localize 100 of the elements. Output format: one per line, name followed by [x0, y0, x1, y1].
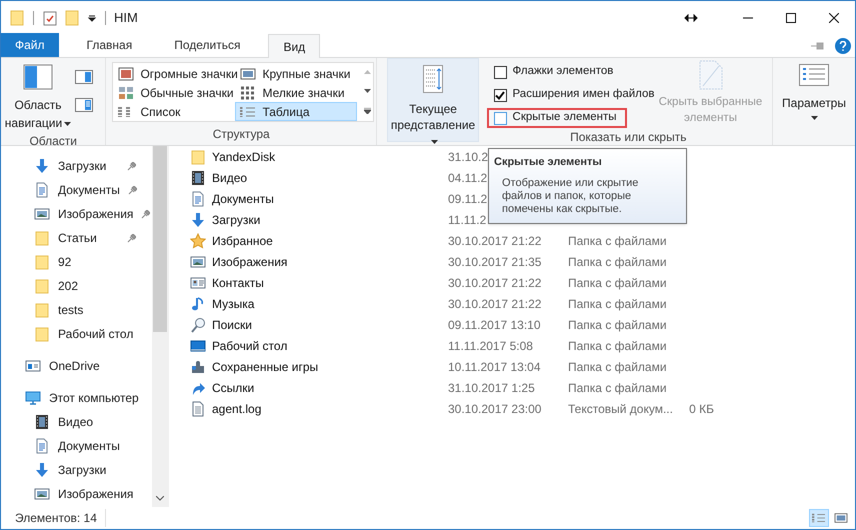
file-name: agent.log — [212, 400, 262, 418]
scroll-down-icon — [364, 88, 371, 93]
nav-item[interactable]: tests — [1, 298, 152, 322]
contact-card-icon — [190, 274, 206, 290]
down-arrow-icon — [190, 212, 206, 228]
nav-item[interactable]: Этот компьютер — [1, 386, 152, 410]
image-icon — [190, 254, 206, 270]
navigation-pane-button[interactable]: Область навигации — [1, 58, 75, 132]
star-icon — [190, 232, 206, 248]
date-cell-text: 04.11.2 — [448, 170, 488, 186]
type-cell-text: Папка с файлами — [568, 338, 668, 354]
current-view-button[interactable]: Текущее представление — [387, 58, 480, 142]
scroll-up-icon — [364, 70, 371, 74]
view-icon — [240, 86, 256, 100]
date-cell-text: 30.10.2017 23:00 — [448, 400, 542, 418]
nav-item[interactable]: 92 — [1, 250, 152, 274]
date-cell-text: 31.10.2017 1:25 — [448, 380, 535, 396]
close-icon — [828, 12, 838, 22]
layout-option[interactable]: Таблица — [235, 102, 358, 121]
layout-option[interactable]: Огромные значки — [113, 64, 236, 83]
pin-icon — [811, 42, 825, 50]
date-cell-text: 30.10.2017 21:22 — [448, 296, 542, 312]
view-toggle-button[interactable] — [809, 509, 829, 527]
folder-icon — [34, 230, 50, 246]
nav-item[interactable]: 202 — [1, 274, 152, 298]
nav-item[interactable]: Документы — [1, 178, 152, 202]
file-name: Изображения — [212, 254, 288, 270]
file-name: Поиски — [212, 316, 252, 334]
pane-layout-icon — [75, 70, 93, 84]
file-name: Музыка — [212, 296, 254, 312]
view-icon — [240, 104, 256, 118]
nav-item[interactable]: Изображения — [1, 202, 152, 226]
file-name: Загрузки — [212, 212, 260, 228]
layout-option[interactable]: Список — [113, 102, 236, 121]
date-cell-text: 09.11.2017 13:10 — [448, 316, 541, 334]
ribbon-tab[interactable]: Вид — [268, 34, 320, 58]
maximize-icon — [786, 12, 796, 22]
date-cell-text: 09.11.2 — [448, 190, 488, 208]
help-button[interactable] — [835, 38, 851, 54]
thumbnail-view-icon — [834, 512, 848, 524]
film-icon — [34, 414, 50, 430]
preview-pane-button[interactable] — [75, 70, 93, 84]
layout-option[interactable]: Обычные значки — [113, 83, 236, 102]
details-view-icon — [812, 512, 826, 524]
group-label: Области — [28, 133, 78, 150]
nav-item[interactable]: Загрузки — [1, 458, 152, 482]
details-pane-button[interactable] — [75, 98, 93, 112]
caret-icon — [64, 122, 72, 126]
window-title: HIM — [114, 8, 138, 27]
caret-icon — [810, 116, 818, 120]
folder-icon — [34, 302, 50, 318]
date-cell-text: 10.11.2017 13:04 — [448, 358, 541, 376]
file-name: YandexDisk — [212, 148, 276, 166]
pane-layout-icon — [23, 64, 53, 90]
date-cell-text: 31.10.2 — [448, 148, 488, 166]
scroll-down-icon — [156, 496, 164, 501]
desktop-icon — [190, 338, 206, 354]
date-cell-text: 11.11.2017 5:08 — [448, 338, 533, 354]
ribbon-tab[interactable]: Главная — [72, 33, 146, 57]
cloud-window-icon — [25, 358, 41, 374]
nav-item[interactable]: Статьи — [1, 226, 152, 250]
document-icon — [34, 182, 50, 198]
document-icon — [190, 190, 206, 206]
file-name: Сохраненные игры — [212, 358, 318, 376]
monitor-icon — [25, 390, 41, 406]
search-icon — [190, 316, 206, 332]
date-cell-text: 30.10.2017 21:35 — [448, 254, 542, 270]
checkbox[interactable]: Скрытые элементы — [494, 109, 617, 127]
layout-option[interactable]: Мелкие значки — [235, 83, 358, 102]
text-file-icon — [190, 400, 206, 416]
folder-icon — [10, 10, 24, 26]
checkbox[interactable]: Флажки элементов — [494, 63, 614, 81]
view-icon — [118, 66, 134, 80]
caret-icon — [430, 140, 438, 144]
nav-item[interactable]: Изображения — [1, 482, 152, 506]
type-cell-text: Папка с файлами — [568, 380, 668, 396]
nav-item[interactable]: Видео — [1, 410, 152, 434]
type-cell-text: Папка с файлами — [568, 254, 668, 270]
expand-icon — [364, 108, 371, 114]
nav-item[interactable]: Рабочий стол — [1, 322, 152, 346]
type-cell-text: Текстовый докум... — [568, 400, 674, 418]
nav-item[interactable]: Загрузки — [1, 154, 152, 178]
date-cell-text: 30.10.2017 21:22 — [448, 232, 542, 250]
checklist-icon — [799, 64, 829, 86]
ribbon-tab[interactable]: Поделиться — [160, 33, 254, 57]
nav-item[interactable]: OneDrive — [1, 354, 152, 378]
puzzle-icon — [190, 358, 206, 374]
options-button[interactable]: Параметры — [773, 58, 855, 145]
nav-item[interactable]: Документы — [1, 434, 152, 458]
folder-icon — [34, 278, 50, 294]
scrollbar[interactable] — [152, 146, 168, 507]
question-mark-icon — [839, 40, 847, 50]
down-arrow-icon — [34, 462, 50, 478]
checkbox[interactable]: Расширения имен файлов — [494, 86, 654, 104]
scroll-thumb[interactable] — [153, 146, 167, 332]
tooltip-text: Отображение или скрытие файлов и папок, которые помечены как скрытые. — [502, 176, 640, 216]
view-icon — [118, 86, 134, 100]
ribbon-tab[interactable]: Файл — [1, 33, 59, 57]
dropdown-icon — [87, 12, 97, 22]
file-name: Видео — [212, 170, 248, 186]
